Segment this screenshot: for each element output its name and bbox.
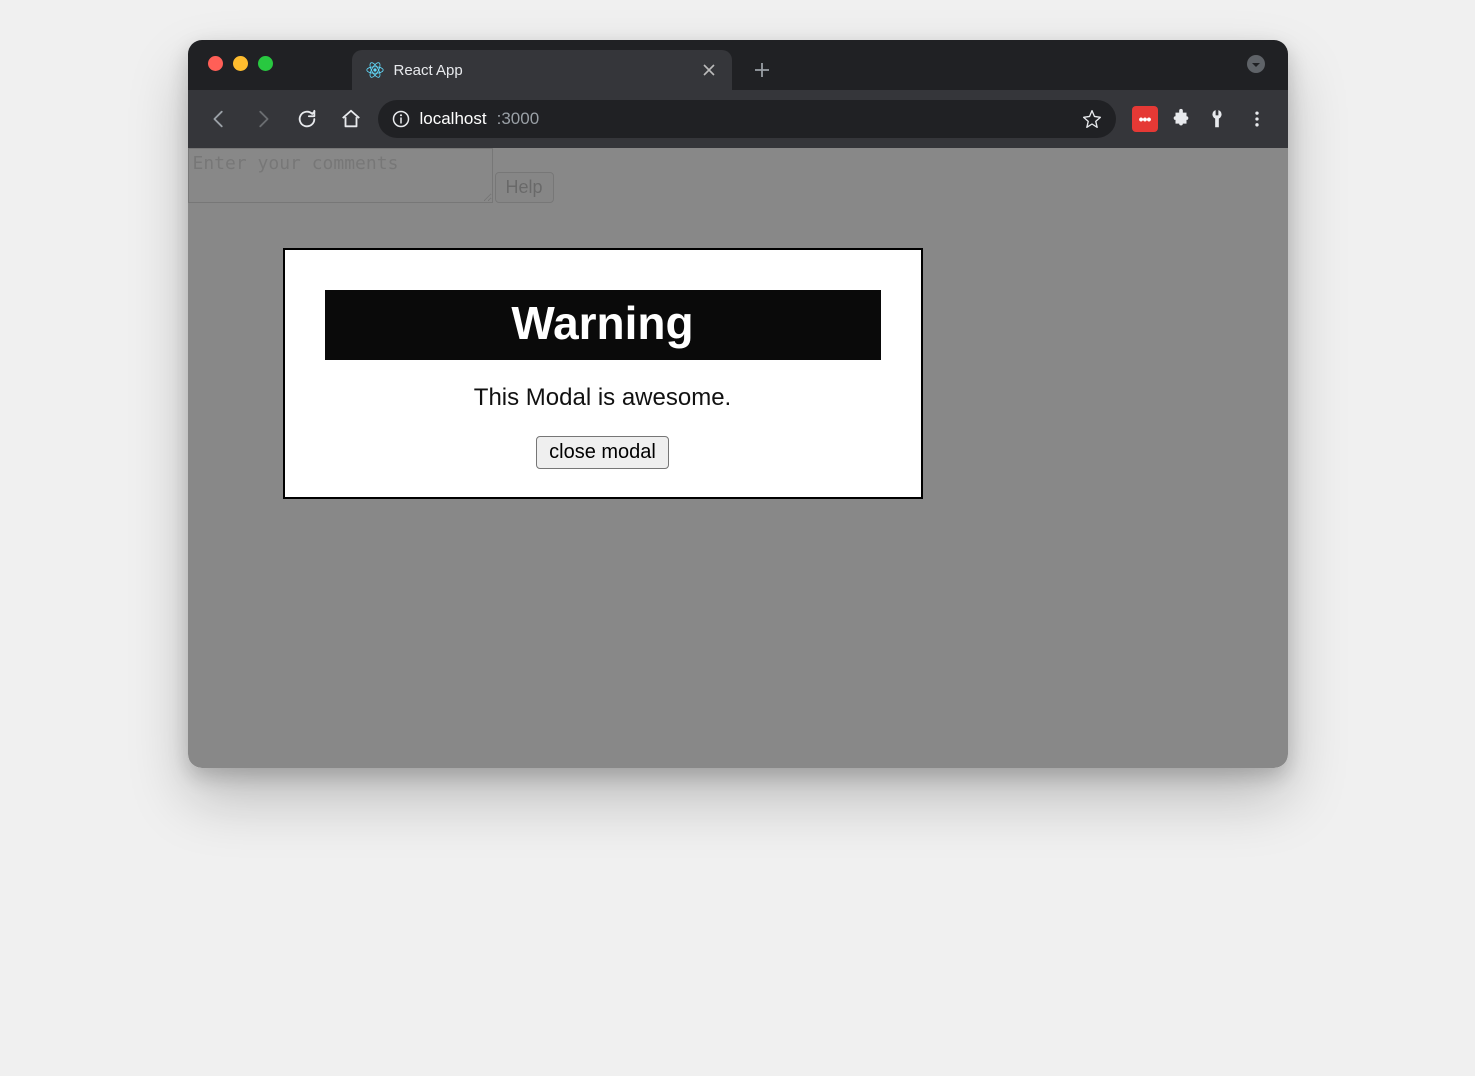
chevron-down-icon[interactable]: [1246, 54, 1266, 74]
extensions-puzzle-icon[interactable]: [1168, 106, 1194, 132]
browser-tab[interactable]: React App: [352, 50, 732, 90]
window-close-button[interactable]: [208, 56, 223, 71]
tab-title: React App: [394, 62, 690, 79]
window-maximize-button[interactable]: [258, 56, 273, 71]
url-port: :3000: [497, 109, 540, 129]
forward-button[interactable]: [246, 102, 280, 136]
react-icon: [366, 61, 384, 79]
close-modal-button[interactable]: close modal: [536, 436, 669, 469]
home-button[interactable]: [334, 102, 368, 136]
reload-button[interactable]: [290, 102, 324, 136]
address-bar[interactable]: localhost :3000: [378, 100, 1116, 138]
browser-window: React App localhost:300: [188, 40, 1288, 768]
modal-body-text: This Modal is awesome.: [325, 384, 881, 412]
modal-dialog: Warning This Modal is awesome. close mod…: [283, 248, 923, 499]
extension-wrench-icon[interactable]: [1204, 106, 1230, 132]
new-tab-button[interactable]: [748, 56, 776, 84]
window-controls: [208, 56, 273, 71]
viewport: Help Warning This Modal is awesome. clos…: [188, 148, 1288, 768]
modal-title: Warning: [325, 290, 881, 360]
bookmark-star-icon[interactable]: [1082, 109, 1102, 129]
toolbar: localhost :3000 •••: [188, 90, 1288, 148]
window-minimize-button[interactable]: [233, 56, 248, 71]
back-button[interactable]: [202, 102, 236, 136]
site-info-icon[interactable]: [392, 110, 410, 128]
url-host: localhost: [420, 109, 487, 129]
titlebar: React App: [188, 40, 1288, 90]
extensions: •••: [1132, 102, 1274, 136]
browser-menu-button[interactable]: [1240, 102, 1274, 136]
extension-lastpass-icon[interactable]: •••: [1132, 106, 1158, 132]
tab-close-button[interactable]: [700, 61, 718, 79]
